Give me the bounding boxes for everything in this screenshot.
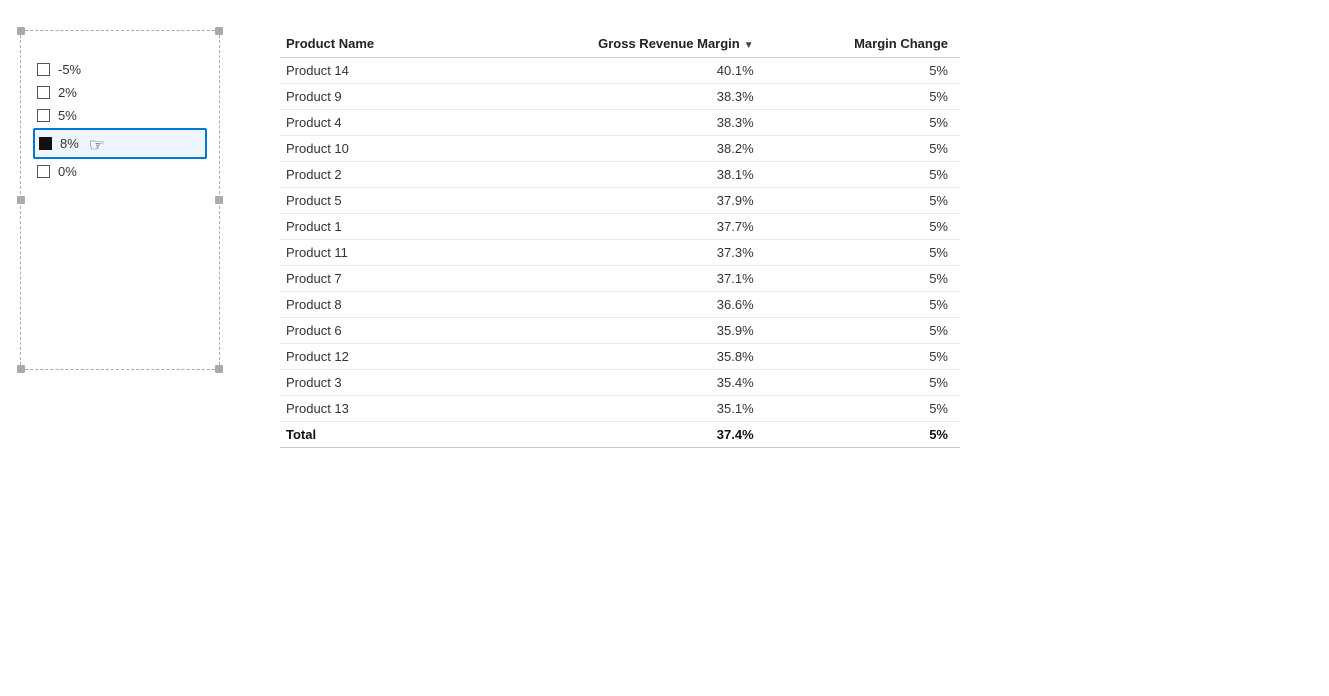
- checkbox-1[interactable]: [37, 86, 50, 99]
- table-row: Product 938.3%5%: [280, 84, 960, 110]
- cell-product-name: Product 11: [280, 240, 464, 266]
- table-row: Product 537.9%5%: [280, 188, 960, 214]
- filter-item-label-3: 8%: [60, 136, 79, 151]
- cell-margin-change: 5%: [766, 370, 960, 396]
- cell-gross-revenue-margin: 37.7%: [464, 214, 765, 240]
- resize-handle-mr[interactable]: [215, 196, 223, 204]
- cell-margin-change: 5%: [766, 266, 960, 292]
- cell-gross-revenue-margin: 37.9%: [464, 188, 765, 214]
- cell-product-name: Product 10: [280, 136, 464, 162]
- table-row: Product 635.9%5%: [280, 318, 960, 344]
- cell-product-name: Product 4: [280, 110, 464, 136]
- cell-gross-revenue-margin: 40.1%: [464, 58, 765, 84]
- table-row: Product 1137.3%5%: [280, 240, 960, 266]
- cell-gross-revenue-margin: 35.1%: [464, 396, 765, 422]
- cell-product-name: Product 2: [280, 162, 464, 188]
- cell-gross-revenue-margin: 36.6%: [464, 292, 765, 318]
- table-row: Product 238.1%5%: [280, 162, 960, 188]
- cell-margin-change: 5%: [766, 214, 960, 240]
- table-row: Product 737.1%5%: [280, 266, 960, 292]
- filter-panel: -5% 2% 5% 8% ☞ 0%: [20, 30, 220, 370]
- cell-gross-revenue-margin: 37.3%: [464, 240, 765, 266]
- cell-gross-revenue-margin: 35.4%: [464, 370, 765, 396]
- table-row: Product 1235.8%5%: [280, 344, 960, 370]
- cell-product-name: Product 8: [280, 292, 464, 318]
- filter-item-0[interactable]: -5%: [33, 59, 207, 80]
- cell-margin-change: 5%: [766, 162, 960, 188]
- col-header-margin_change: Margin Change: [766, 30, 960, 58]
- cursor-hand-icon: ☞: [89, 135, 105, 156]
- cell-product-name: Product 6: [280, 318, 464, 344]
- cell-gross-revenue-margin: 38.1%: [464, 162, 765, 188]
- cell-product-name: Product 7: [280, 266, 464, 292]
- checkbox-2[interactable]: [37, 109, 50, 122]
- cell-margin-change: 5%: [766, 136, 960, 162]
- cell-product-name: Product 13: [280, 396, 464, 422]
- resize-handle-tl[interactable]: [17, 27, 25, 35]
- table-row: Product 836.6%5%: [280, 292, 960, 318]
- table-row: Product 1038.2%5%: [280, 136, 960, 162]
- total-margin-change: 5%: [766, 422, 960, 448]
- table-row: Product 1335.1%5%: [280, 396, 960, 422]
- filter-item-label-1: 2%: [58, 85, 77, 100]
- table-row: Product 438.3%5%: [280, 110, 960, 136]
- resize-handle-tr[interactable]: [215, 27, 223, 35]
- checkbox-0[interactable]: [37, 63, 50, 76]
- cell-margin-change: 5%: [766, 240, 960, 266]
- total-row: Total37.4%5%: [280, 422, 960, 448]
- checkbox-4[interactable]: [37, 165, 50, 178]
- total-label: Total: [280, 422, 464, 448]
- filter-item-1[interactable]: 2%: [33, 82, 207, 103]
- total-gross-revenue-margin: 37.4%: [464, 422, 765, 448]
- filter-item-label-2: 5%: [58, 108, 77, 123]
- cell-margin-change: 5%: [766, 344, 960, 370]
- resize-handle-br[interactable]: [215, 365, 223, 373]
- filter-item-3[interactable]: 8% ☞: [33, 128, 207, 159]
- data-table-container: Product NameGross Revenue Margin▼Margin …: [280, 20, 1309, 448]
- filter-item-4[interactable]: 0%: [33, 161, 207, 182]
- cell-gross-revenue-margin: 38.3%: [464, 84, 765, 110]
- sort-icon-gross_revenue_margin[interactable]: ▼: [744, 40, 754, 51]
- cell-gross-revenue-margin: 37.1%: [464, 266, 765, 292]
- cell-margin-change: 5%: [766, 110, 960, 136]
- cell-margin-change: 5%: [766, 58, 960, 84]
- cell-margin-change: 5%: [766, 396, 960, 422]
- cell-gross-revenue-margin: 38.2%: [464, 136, 765, 162]
- resize-handle-bl[interactable]: [17, 365, 25, 373]
- table-row: Product 1440.1%5%: [280, 58, 960, 84]
- checkbox-3[interactable]: [39, 137, 52, 150]
- cell-margin-change: 5%: [766, 188, 960, 214]
- resize-handle-ml[interactable]: [17, 196, 25, 204]
- table-row: Product 137.7%5%: [280, 214, 960, 240]
- cell-gross-revenue-margin: 35.9%: [464, 318, 765, 344]
- data-table: Product NameGross Revenue Margin▼Margin …: [280, 30, 960, 448]
- table-header: Product NameGross Revenue Margin▼Margin …: [280, 30, 960, 58]
- cell-gross-revenue-margin: 38.3%: [464, 110, 765, 136]
- filter-item-label-4: 0%: [58, 164, 77, 179]
- cell-product-name: Product 9: [280, 84, 464, 110]
- cell-product-name: Product 12: [280, 344, 464, 370]
- cell-margin-change: 5%: [766, 318, 960, 344]
- cell-product-name: Product 14: [280, 58, 464, 84]
- cell-margin-change: 5%: [766, 84, 960, 110]
- table-body: Product 1440.1%5%Product 938.3%5%Product…: [280, 58, 960, 448]
- col-header-gross_revenue_margin[interactable]: Gross Revenue Margin▼: [464, 30, 765, 58]
- cell-product-name: Product 3: [280, 370, 464, 396]
- col-header-product_name: Product Name: [280, 30, 464, 58]
- cell-product-name: Product 5: [280, 188, 464, 214]
- cell-margin-change: 5%: [766, 292, 960, 318]
- cell-product-name: Product 1: [280, 214, 464, 240]
- table-row: Product 335.4%5%: [280, 370, 960, 396]
- cell-gross-revenue-margin: 35.8%: [464, 344, 765, 370]
- filter-item-label-0: -5%: [58, 62, 81, 77]
- filter-item-2[interactable]: 5%: [33, 105, 207, 126]
- filter-items-container: -5% 2% 5% 8% ☞ 0%: [33, 59, 207, 182]
